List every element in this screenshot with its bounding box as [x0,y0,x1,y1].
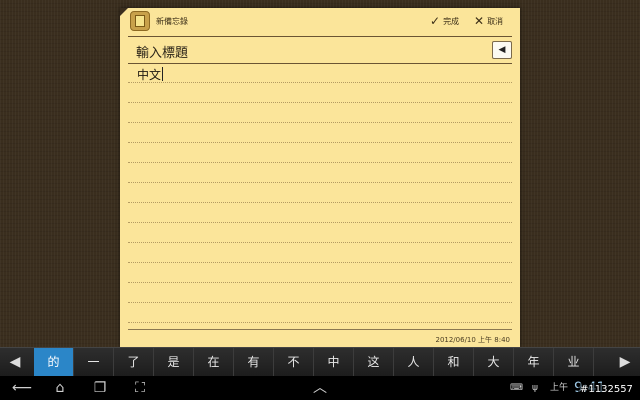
candidate-item[interactable]: 年 [514,348,554,377]
ruled-line [128,122,512,123]
ruled-line [128,302,512,303]
screenshot-icon[interactable]: ⛶ [126,376,154,400]
header-divider [128,36,512,37]
candidate-next-button[interactable]: ▶ [610,348,640,377]
ruled-line [128,322,512,323]
candidate-item[interactable]: 业 [554,348,594,377]
done-label: 完成 [443,16,460,26]
candidate-item[interactable]: 中 [314,348,354,377]
ruled-line [128,82,512,83]
ruled-line [128,282,512,283]
cancel-button[interactable]: ✕ 取消 [474,14,503,28]
text-caret [162,67,164,81]
recent-apps-icon[interactable]: ❐ [86,376,114,400]
memo-body-text: 中文 [137,67,164,82]
memo-note: 新備忘錄 ✓ 完成 ✕ 取消 輸入標題 ◀ 中文 2012/06/10 上午 8… [120,8,520,347]
candidate-item[interactable]: 在 [194,348,234,377]
ruled-line [128,102,512,103]
keyboard-icon: ⌨ [510,383,523,393]
clock-ampm: 上午 [550,383,569,393]
arrow-right-icon: ▶ [619,354,631,370]
ruled-line [128,202,512,203]
candidate-item[interactable]: 是 [154,348,194,377]
candidate-item[interactable]: 大 [474,348,514,377]
close-icon: ✕ [474,14,485,28]
candidate-item[interactable]: 有 [234,348,274,377]
title-input[interactable]: 輸入標題 [136,42,188,61]
candidate-prev-button[interactable]: ◀ [0,348,30,377]
candidate-item[interactable]: 不 [274,348,314,377]
check-icon: ✓ [430,14,441,28]
ruled-line [128,142,512,143]
memo-timestamp: 2012/06/10 上午 8:40 [435,336,510,344]
triangle-left-icon: ◀ [498,45,506,55]
ruled-line [128,242,512,243]
home-icon[interactable]: ⌂ [46,376,74,400]
memo-title: 新備忘錄 [156,17,188,26]
ruled-line [128,222,512,223]
ime-candidate-bar: ◀ ▶ 的一了是在有不中这人和大年业 [0,347,640,377]
memo-icon [130,11,150,31]
candidate-item[interactable]: 了 [114,348,154,377]
ruled-line [128,162,512,163]
footer-divider [128,329,512,330]
candidate-item[interactable]: 一 [74,348,114,377]
cancel-label: 取消 [487,16,504,26]
usb-icon: ψ [532,383,538,393]
memo-header: 新備忘錄 ✓ 完成 ✕ 取消 [120,8,520,36]
candidate-item[interactable]: 的 [34,348,74,377]
memo-body-field[interactable]: 中文 [128,64,512,332]
back-icon[interactable]: ⟵ [8,376,36,400]
title-row: 輸入標題 ◀ [128,38,512,62]
candidate-item[interactable]: 和 [434,348,474,377]
ruled-line [128,182,512,183]
arrow-left-icon: ◀ [9,354,21,370]
done-button[interactable]: ✓ 完成 [430,14,459,28]
system-bar: ⟵ ⌂ ❐ ⛶ ︿ ⌨ ψ 上午 9:41 [0,376,640,400]
collapse-button[interactable]: ◀ [492,41,512,59]
candidate-item[interactable]: 人 [394,348,434,377]
watermark-id: #1132557 [578,383,635,396]
candidate-item[interactable]: 这 [354,348,394,377]
ruled-line [128,262,512,263]
keyboard-up-icon[interactable]: ︿ [306,376,334,400]
